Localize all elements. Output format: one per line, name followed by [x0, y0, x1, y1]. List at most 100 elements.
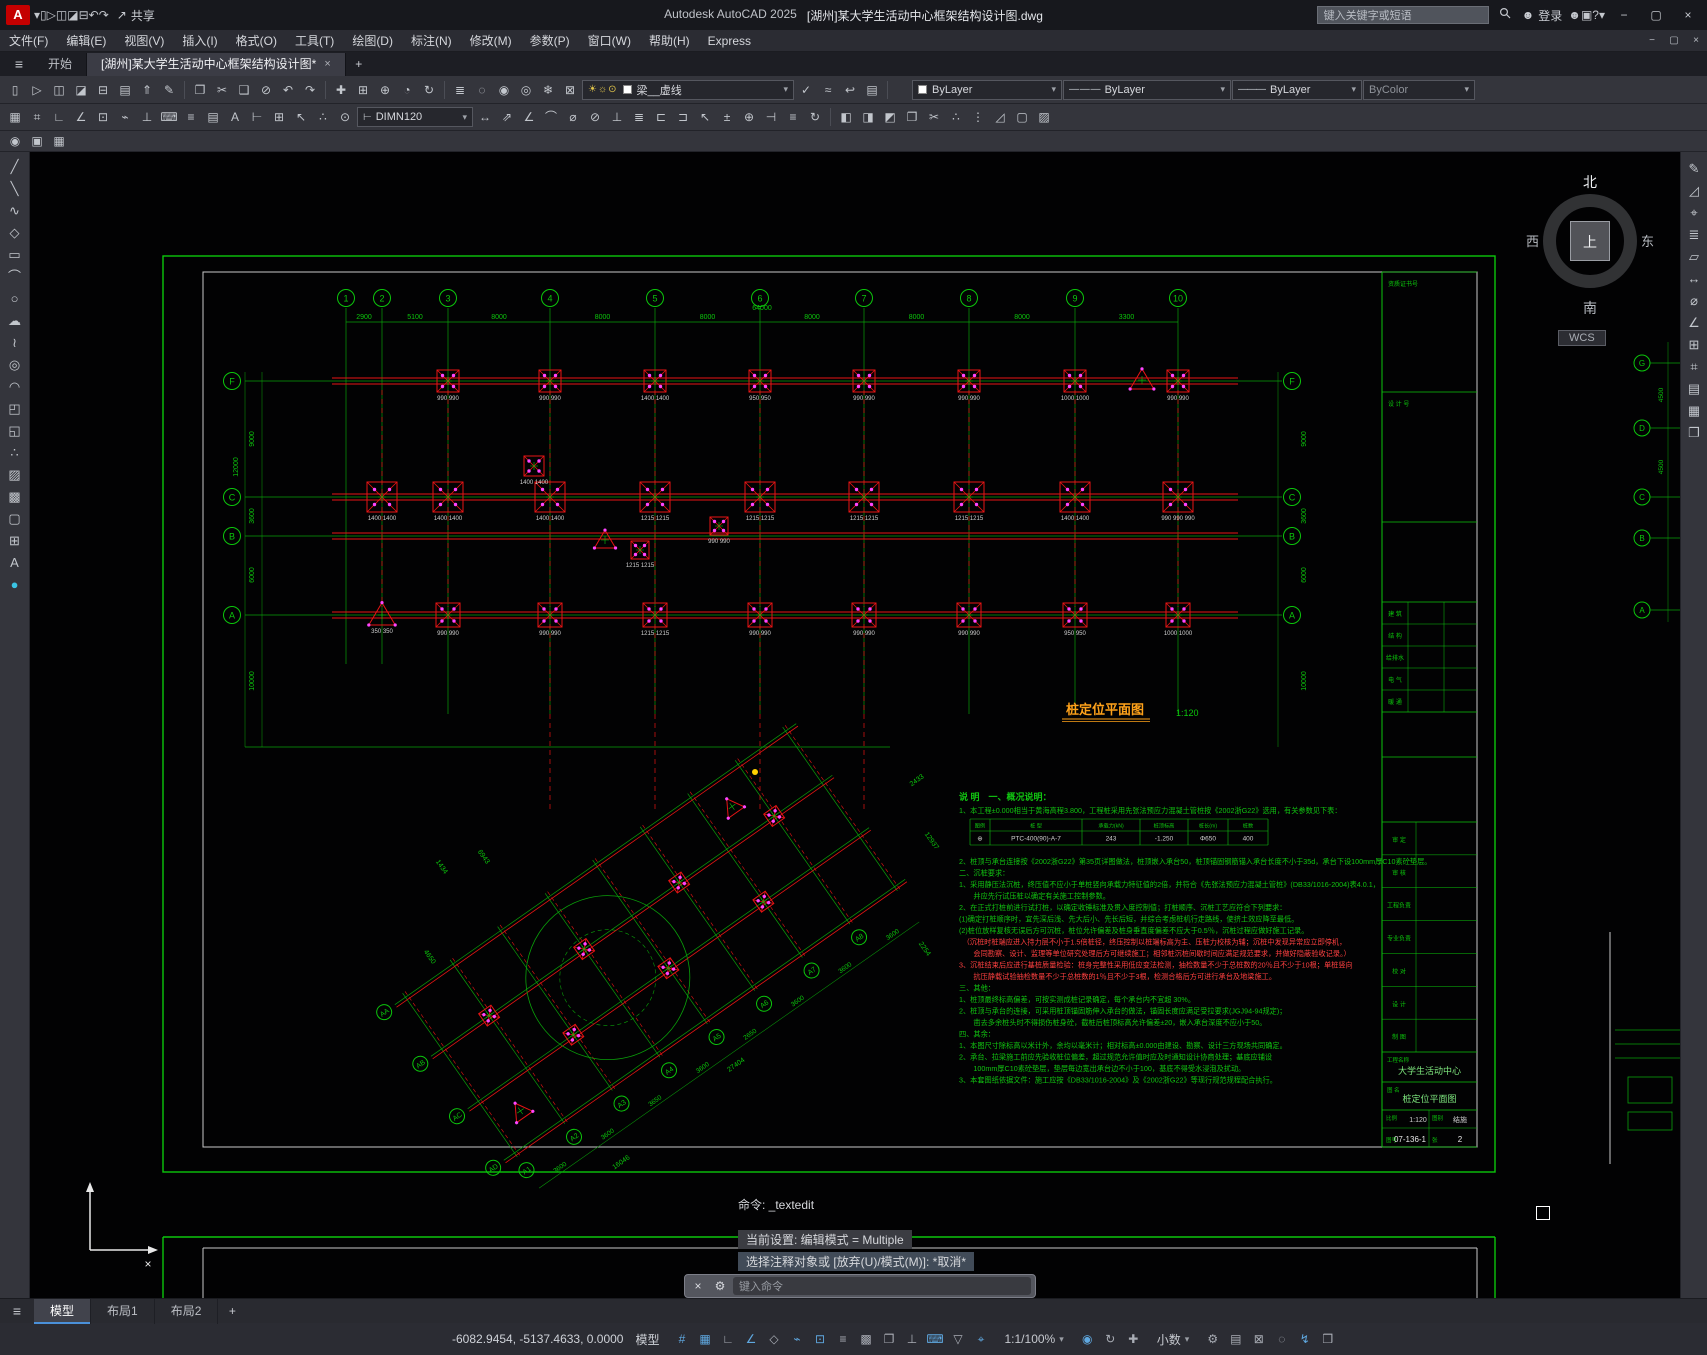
dim-arc-length-icon[interactable]: ⌒: [540, 107, 562, 127]
grid-display-icon[interactable]: ⌗: [26, 107, 48, 127]
isolate-objects-icon[interactable]: ◌: [1271, 1328, 1292, 1350]
polyline-icon[interactable]: ∿: [4, 200, 26, 222]
menu-item-6[interactable]: 绘图(D): [343, 30, 402, 52]
plot-preview-icon[interactable]: ▤: [114, 80, 136, 100]
layer-states-icon[interactable]: ▤: [861, 80, 883, 100]
undo-icon[interactable]: ↶: [89, 8, 99, 22]
list-icon[interactable]: ≣: [1683, 224, 1705, 246]
spline-icon[interactable]: ≀: [4, 332, 26, 354]
quick-calc-icon[interactable]: ⌗: [1683, 356, 1705, 378]
erase-icon[interactable]: ⊘: [255, 80, 277, 100]
menu-item-9[interactable]: 参数(P): [521, 30, 579, 52]
paste-clip-icon[interactable]: ❑: [233, 80, 255, 100]
annotation-visibility-icon[interactable]: ◉: [1077, 1328, 1098, 1350]
viewcube-south[interactable]: 南: [1530, 298, 1650, 318]
menu-item-10[interactable]: 窗口(W): [579, 30, 640, 52]
search-icon[interactable]: [1495, 5, 1516, 25]
ortho-mode-icon[interactable]: ∟: [48, 107, 70, 127]
region-icon[interactable]: ▢: [1011, 107, 1033, 127]
polar-tracking-icon[interactable]: ∠: [741, 1328, 762, 1350]
lock-ui-icon[interactable]: ⊠: [1248, 1328, 1269, 1350]
lineweight-combo[interactable]: ——— ByLayer ▾: [1232, 79, 1362, 100]
zoom-extents-icon[interactable]: ⊕: [374, 80, 396, 100]
make-block-icon[interactable]: ◱: [4, 420, 26, 442]
menu-item-4[interactable]: 格式(O): [227, 30, 286, 52]
lineweight-display-icon[interactable]: ≡: [833, 1328, 854, 1350]
annotation-monitor-icon[interactable]: ✚: [1123, 1328, 1144, 1350]
multileader-icon[interactable]: ↖: [694, 107, 716, 127]
create-block-icon[interactable]: ◨: [857, 107, 879, 127]
command-customize-icon[interactable]: ⚙: [711, 1279, 729, 1293]
coordinates-readout[interactable]: -6082.9454, -5137.4633, 0.0000: [452, 1332, 623, 1346]
layout-tab-0[interactable]: 模型: [34, 1298, 92, 1324]
command-input-bar[interactable]: × ⚙ 键入命令: [684, 1274, 1036, 1298]
ellipse-icon[interactable]: ◎: [4, 354, 26, 376]
measure-icon[interactable]: ◿: [1683, 180, 1705, 202]
viewcube-wcs[interactable]: WCS: [1558, 330, 1606, 346]
publish-icon[interactable]: ⇑: [136, 80, 158, 100]
dynamic-ucs-icon[interactable]: ⊥: [902, 1328, 923, 1350]
save-icon[interactable]: ◫: [56, 8, 67, 22]
lineweight-toggle-icon[interactable]: ≡: [180, 107, 202, 127]
dim-radius-icon[interactable]: ⌀: [562, 107, 584, 127]
menu-item-3[interactable]: 插入(I): [173, 30, 226, 52]
quick-properties-icon[interactable]: ▤: [202, 107, 224, 127]
id-point-icon[interactable]: ⌖: [1683, 202, 1705, 224]
dim-aligned-icon[interactable]: ⇗: [496, 107, 518, 127]
point-icon[interactable]: ∴: [4, 442, 26, 464]
copy-clip-icon[interactable]: ❐: [189, 80, 211, 100]
graphics-performance-icon[interactable]: ↯: [1294, 1328, 1315, 1350]
zoom-window-icon[interactable]: ⊞: [352, 80, 374, 100]
viewcube-top[interactable]: 上: [1570, 221, 1610, 261]
dim-ordinate-icon[interactable]: ⊥: [606, 107, 628, 127]
measure-icon[interactable]: ◿: [989, 107, 1011, 127]
menu-item-8[interactable]: 修改(M): [461, 30, 521, 52]
pan-icon[interactable]: ✚: [330, 80, 352, 100]
save-as-icon[interactable]: ◪: [70, 80, 92, 100]
viewcube[interactable]: 北 西 东 上 南 WCS: [1526, 170, 1654, 358]
menu-item-12[interactable]: Express: [699, 30, 760, 52]
mleader-style-icon[interactable]: ↖: [290, 107, 312, 127]
dynamic-input-icon[interactable]: ⌨: [158, 107, 180, 127]
snap-mode-icon[interactable]: ▦: [695, 1328, 716, 1350]
gizmo-icon[interactable]: ⌖: [971, 1328, 992, 1350]
volume-icon[interactable]: ⊞: [1683, 334, 1705, 356]
app-store-icon[interactable]: ▣: [1581, 8, 1592, 22]
sheet-set-icon[interactable]: ❐: [1683, 422, 1705, 444]
render-icon[interactable]: ▦: [48, 131, 70, 151]
dim-style-combo[interactable]: ⊢ DIMN120 ▾: [357, 107, 473, 127]
orbit-icon[interactable]: ◔: [396, 80, 418, 100]
point-cloud-icon[interactable]: ●: [4, 574, 26, 596]
annotation-scale-control[interactable]: 1:1/100% ▾: [1000, 1332, 1069, 1346]
layer-make-current-icon[interactable]: ✓: [795, 80, 817, 100]
new-layout-button[interactable]: +: [218, 1304, 246, 1318]
text-icon[interactable]: A: [4, 552, 26, 574]
dim-diameter-icon[interactable]: ⊘: [584, 107, 606, 127]
redo-icon[interactable]: ↷: [299, 80, 321, 100]
line-icon[interactable]: ╱: [4, 156, 26, 178]
attach-xref-icon[interactable]: ❐: [901, 107, 923, 127]
block-editor-icon[interactable]: ◩: [879, 107, 901, 127]
dynamic-input-icon[interactable]: ⌨: [925, 1328, 946, 1350]
maximize-button[interactable]: ▢: [1643, 4, 1669, 26]
command-input[interactable]: 键入命令: [733, 1277, 1031, 1295]
layer-previous-icon[interactable]: ↩: [839, 80, 861, 100]
color-combo[interactable]: ByLayer ▾: [912, 79, 1062, 100]
dim-break-icon[interactable]: ⊣: [760, 107, 782, 127]
layer-combo[interactable]: ☀☼⊙ 梁__虚线 ▾: [582, 79, 794, 100]
save-icon[interactable]: ◫: [48, 80, 70, 100]
angle-tool-icon[interactable]: ∠: [1683, 312, 1705, 334]
units-control[interactable]: 小数 ▾: [1152, 1331, 1195, 1348]
menu-item-0[interactable]: 文件(F): [0, 30, 57, 52]
close-button[interactable]: ×: [1675, 4, 1701, 26]
hatch-icon[interactable]: ▨: [4, 464, 26, 486]
object-snap-icon[interactable]: ⊡: [810, 1328, 831, 1350]
linetype-combo[interactable]: — — — ByLayer ▾: [1063, 79, 1231, 100]
tab-start[interactable]: 开始: [34, 53, 88, 76]
selection-filter-icon[interactable]: ▽: [948, 1328, 969, 1350]
camera-icon[interactable]: ▣: [26, 131, 48, 151]
clip-icon[interactable]: ✂: [923, 107, 945, 127]
doc-minimize-button[interactable]: −: [1641, 30, 1663, 52]
table-icon[interactable]: ⊞: [4, 530, 26, 552]
save-as-icon[interactable]: ◪: [67, 8, 78, 22]
